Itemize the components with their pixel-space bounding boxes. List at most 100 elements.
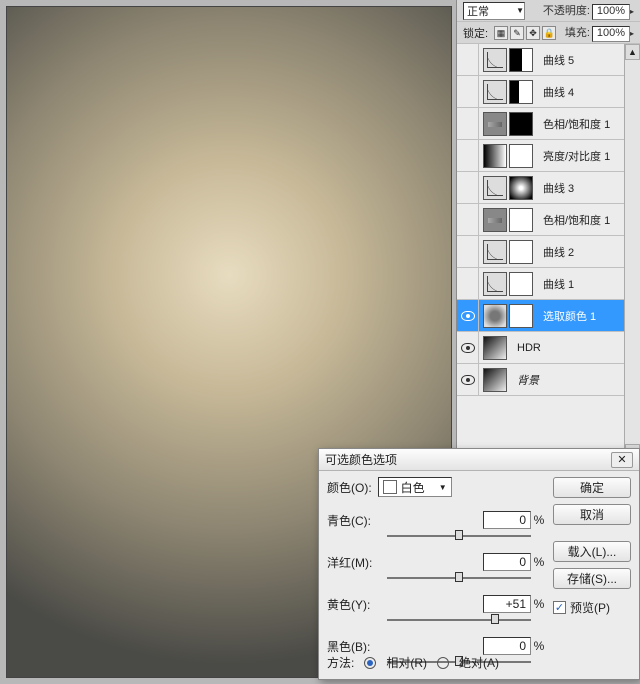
param-label: 黄色(Y): — [327, 596, 387, 613]
eye-icon — [461, 343, 475, 353]
visibility-toggle[interactable] — [457, 44, 479, 75]
thumbnail[interactable] — [509, 304, 533, 328]
cancel-button[interactable]: 取消 — [553, 504, 631, 525]
layer-name: 背景 — [511, 372, 622, 388]
preview-checkbox[interactable]: ✓ — [553, 601, 566, 614]
color-select[interactable]: 白色 ▼ — [378, 477, 452, 497]
lock-pixels-icon[interactable]: ✎ — [510, 26, 524, 40]
visibility-toggle[interactable] — [457, 108, 479, 139]
param-value[interactable]: 0 — [483, 553, 531, 571]
thumbnail[interactable] — [509, 176, 533, 200]
thumbnail[interactable] — [509, 112, 533, 136]
thumbnail[interactable] — [509, 208, 533, 232]
thumbnail[interactable] — [509, 144, 533, 168]
layer-row[interactable]: 曲线 3 — [457, 172, 640, 204]
ok-button[interactable]: 确定 — [553, 477, 631, 498]
visibility-toggle[interactable] — [457, 300, 479, 331]
eye-icon — [461, 311, 475, 321]
thumbnail[interactable] — [483, 176, 507, 200]
method-label: 方法: — [327, 654, 354, 671]
thumbnail[interactable] — [483, 208, 507, 232]
thumbnail[interactable] — [483, 48, 507, 72]
thumbnail[interactable] — [483, 368, 507, 392]
save-button[interactable]: 存储(S)... — [553, 568, 631, 589]
thumbnail[interactable] — [483, 336, 507, 360]
param-slider[interactable] — [387, 615, 531, 625]
layer-thumbnails — [479, 240, 537, 264]
percent-label: % — [531, 597, 547, 611]
visibility-toggle[interactable] — [457, 364, 479, 395]
layer-row[interactable]: 亮度/对比度 1 — [457, 140, 640, 172]
thumbnail[interactable] — [483, 304, 507, 328]
relative-radio[interactable] — [364, 657, 376, 669]
opacity-label: 不透明度: — [543, 5, 590, 17]
lock-position-icon[interactable]: ✥ — [526, 26, 540, 40]
absolute-radio[interactable] — [437, 657, 449, 669]
param-slider[interactable] — [387, 573, 531, 583]
dialog-titlebar[interactable]: 可选颜色选项 ✕ — [319, 449, 639, 471]
chevron-down-icon: ▼ — [516, 6, 524, 15]
visibility-toggle[interactable] — [457, 332, 479, 363]
layer-row[interactable]: 选取颜色 1 — [457, 300, 640, 332]
layer-thumbnails — [479, 48, 537, 72]
visibility-toggle[interactable] — [457, 236, 479, 267]
param-value[interactable]: 0 — [483, 511, 531, 529]
percent-label: % — [531, 639, 547, 653]
thumbnail[interactable] — [483, 272, 507, 296]
fill-label: 填充: — [565, 27, 590, 39]
layer-row[interactable]: HDR — [457, 332, 640, 364]
thumbnail[interactable] — [483, 112, 507, 136]
slider-thumb[interactable] — [455, 572, 463, 582]
param-slider[interactable] — [387, 531, 531, 541]
lock-transparency-icon[interactable]: ▦ — [494, 26, 508, 40]
layer-thumbnails — [479, 112, 537, 136]
thumbnail[interactable] — [509, 240, 533, 264]
load-button[interactable]: 载入(L)... — [553, 541, 631, 562]
param-value[interactable]: +51 — [483, 595, 531, 613]
absolute-label: 绝对(A) — [459, 654, 499, 671]
preview-label: 预览(P) — [570, 599, 610, 616]
layer-thumbnails — [479, 304, 537, 328]
visibility-toggle[interactable] — [457, 268, 479, 299]
dialog-title: 可选颜色选项 — [325, 451, 397, 468]
lock-all-icon[interactable]: 🔒 — [542, 26, 556, 40]
percent-label: % — [531, 555, 547, 569]
thumbnail[interactable] — [509, 48, 533, 72]
layer-thumbnails — [479, 144, 537, 168]
visibility-toggle[interactable] — [457, 204, 479, 235]
visibility-toggle[interactable] — [457, 76, 479, 107]
lock-icons: ▦✎✥🔒 — [492, 25, 556, 40]
layers-panel: 正常 ▼ 不透明度:100%▸ 锁定: ▦✎✥🔒 填充:100%▸ 曲线 5曲线… — [456, 0, 640, 460]
param-label: 青色(C): — [327, 512, 387, 529]
thumbnail[interactable] — [509, 272, 533, 296]
visibility-toggle[interactable] — [457, 140, 479, 171]
lock-label: 锁定: — [463, 25, 488, 41]
layer-row[interactable]: 色相/饱和度 1 — [457, 204, 640, 236]
layer-row[interactable]: 背景🔒 — [457, 364, 640, 396]
slider-thumb[interactable] — [455, 530, 463, 540]
layer-row[interactable]: 曲线 2 — [457, 236, 640, 268]
param-label: 洋红(M): — [327, 554, 387, 571]
scroll-up-icon[interactable]: ▲ — [625, 44, 640, 60]
thumbnail[interactable] — [483, 80, 507, 104]
layer-row[interactable]: 曲线 4 — [457, 76, 640, 108]
thumbnail[interactable] — [483, 144, 507, 168]
param-value[interactable]: 0 — [483, 637, 531, 655]
thumbnail[interactable] — [509, 80, 533, 104]
fill-value[interactable]: 100% — [592, 26, 630, 42]
blend-mode-select[interactable]: 正常 ▼ — [463, 2, 525, 20]
opacity-value[interactable]: 100% — [592, 4, 630, 20]
chevron-down-icon: ▼ — [439, 483, 447, 492]
layer-row[interactable]: 色相/饱和度 1 — [457, 108, 640, 140]
layer-thumbnails — [479, 368, 511, 392]
scrollbar[interactable]: ▲ ▼ — [624, 44, 640, 460]
thumbnail[interactable] — [483, 240, 507, 264]
layer-row[interactable]: 曲线 5 — [457, 44, 640, 76]
layer-row[interactable]: 曲线 1 — [457, 268, 640, 300]
visibility-toggle[interactable] — [457, 172, 479, 203]
close-button[interactable]: ✕ — [611, 452, 633, 468]
relative-label: 相对(R) — [386, 654, 427, 671]
selective-color-dialog: 可选颜色选项 ✕ 颜色(O): 白色 ▼ 青色(C):0%洋红(M):0%黄色(… — [318, 448, 640, 680]
slider-thumb[interactable] — [491, 614, 499, 624]
color-swatch — [383, 480, 397, 494]
